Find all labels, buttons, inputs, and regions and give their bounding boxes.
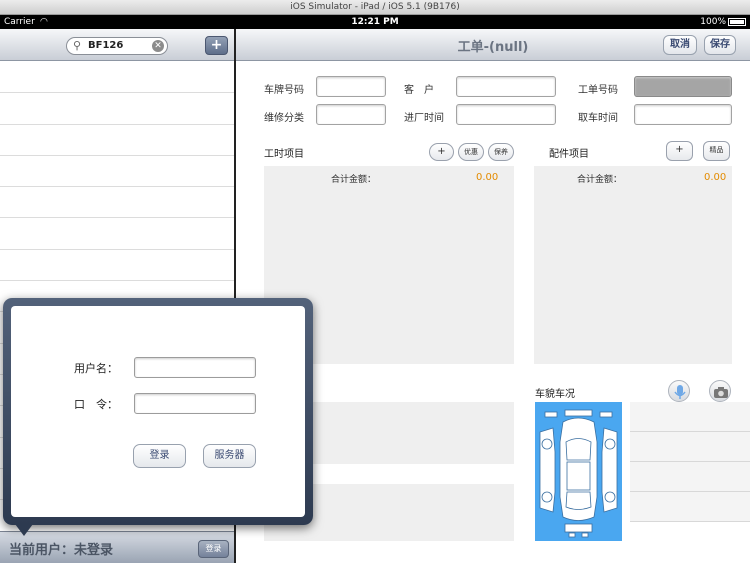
list-item[interactable] (0, 93, 234, 125)
add-button[interactable]: + (205, 36, 228, 55)
list-item[interactable] (630, 402, 750, 432)
list-item[interactable] (0, 187, 234, 219)
simulator-title: iOS Simulator - iPad / iOS 5.1 (9B176) (0, 0, 750, 15)
order-no-field (634, 76, 732, 97)
car-diagram[interactable] (535, 402, 622, 541)
master-navbar: ⚲ BF126 ✕ + (0, 29, 234, 61)
list-item[interactable] (630, 462, 750, 492)
order-no-label: 工单号码 (578, 85, 618, 96)
server-button[interactable]: 服务器 (203, 444, 256, 468)
list-item[interactable] (0, 125, 234, 156)
plate-field[interactable] (316, 76, 386, 97)
parts-section-title: 配件项目 (549, 149, 589, 160)
camera-icon[interactable] (709, 380, 731, 402)
search-icon: ⚲ (73, 39, 82, 52)
labor-warranty-button[interactable]: 保养 (488, 143, 514, 161)
password-label: 口 令： (74, 398, 118, 411)
labor-discount-button[interactable]: 优惠 (458, 143, 484, 161)
clear-icon[interactable]: ✕ (152, 40, 164, 52)
labor-add-button[interactable]: + (429, 143, 454, 161)
login-popover: 用户名： 口 令： 登录 服务器 (3, 298, 313, 525)
labor-total-label: 合计金额： (331, 175, 377, 185)
parts-total-value: 0.00 (704, 172, 727, 183)
search-value: BF126 (88, 40, 124, 51)
list-item[interactable] (0, 218, 234, 250)
labor-total-value: 0.00 (476, 172, 499, 183)
toolbar-login-button[interactable]: 登录 (198, 540, 229, 558)
detail-pane: 工单-(null) 取消 保存 车牌号码 客 户 工单号码 维修分类 进厂时间 … (236, 29, 750, 563)
repair-type-label: 维修分类 (264, 113, 304, 124)
list-item[interactable] (0, 156, 234, 188)
list-item[interactable] (0, 62, 234, 94)
master-toolbar: 当前用户：未登录 登录 (0, 531, 234, 563)
parts-total-label: 合计金额： (577, 175, 623, 185)
parts-premium-button[interactable]: 精品 (703, 141, 730, 161)
parts-add-button[interactable]: + (666, 141, 693, 161)
username-label: 用户名： (74, 362, 118, 375)
list-item[interactable] (630, 432, 750, 462)
status-bar: Carrier ◠ 12:21 PM 100% (0, 15, 750, 29)
repair-type-field[interactable] (316, 104, 386, 125)
labor-section-title: 工时项目 (264, 149, 304, 160)
save-button[interactable]: 保存 (704, 35, 736, 55)
customer-field[interactable] (456, 76, 556, 97)
plate-label: 车牌号码 (264, 85, 304, 96)
photo-list (630, 402, 750, 522)
search-input[interactable]: ⚲ BF126 ✕ (66, 37, 168, 55)
pickup-time-field[interactable] (634, 104, 732, 125)
customer-label: 客 户 (404, 85, 434, 96)
popover-arrow (15, 524, 33, 536)
password-field[interactable] (134, 393, 256, 414)
entry-time-label: 进厂时间 (404, 113, 444, 124)
microphone-icon[interactable] (668, 380, 690, 402)
clock: 12:21 PM (351, 17, 399, 27)
cancel-button[interactable]: 取消 (663, 35, 697, 55)
current-user-label: 当前用户：未登录 (9, 543, 114, 558)
login-button[interactable]: 登录 (133, 444, 186, 468)
body-check-title: 车貌车况 (535, 389, 575, 400)
pickup-time-label: 取车时间 (578, 113, 618, 124)
login-popover-content: 用户名： 口 令： 登录 服务器 (11, 306, 305, 517)
battery-percent: 100% (700, 17, 726, 27)
entry-time-field[interactable] (456, 104, 556, 125)
list-item[interactable] (630, 492, 750, 522)
list-item[interactable] (0, 250, 234, 282)
parts-list-panel: 合计金额： 0.00 (534, 166, 732, 364)
battery-icon (728, 18, 746, 26)
username-field[interactable] (134, 357, 256, 378)
detail-navbar: 工单-(null) 取消 保存 (236, 29, 750, 61)
